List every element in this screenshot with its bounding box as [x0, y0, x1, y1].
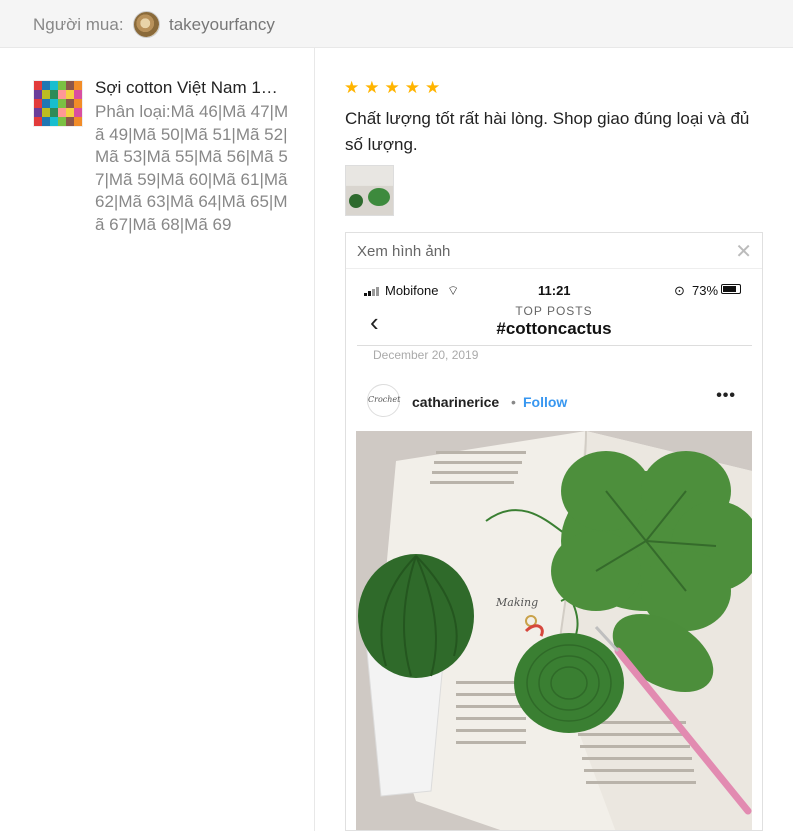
yarn-swatch [34, 90, 42, 99]
yarn-swatch [42, 90, 50, 99]
signal-icon [364, 286, 380, 296]
product-thumbnail[interactable] [33, 80, 83, 127]
yarn-swatch [34, 108, 42, 117]
post-date: December 20, 2019 [373, 348, 479, 362]
yarn-swatch [66, 90, 74, 99]
hashtag-title: #cottoncactus [496, 319, 612, 338]
yarn-swatch [34, 81, 42, 90]
svg-text:Making: Making [495, 596, 538, 609]
image-viewer: Xem hình ảnh ✕ Mobifone ⌔ 11:21 ⊙ 73% ‹ … [345, 232, 763, 831]
crochet-cactus [358, 554, 474, 678]
yarn-swatch [58, 99, 66, 108]
separator-dot: • [511, 394, 516, 410]
yarn-swatch [50, 108, 58, 117]
yarn-swatch [74, 117, 82, 126]
post-photo[interactable]: Making [356, 431, 752, 830]
buyer-avatar[interactable] [133, 11, 160, 38]
yarn-swatch [74, 90, 82, 99]
yarn-swatch [50, 117, 58, 126]
wifi-icon: ⌔ [447, 283, 460, 298]
thumb-cactus-shape [349, 194, 363, 208]
crochet-circle [514, 633, 624, 733]
section-label: TOP POSTS [515, 304, 593, 318]
yarn-swatch [42, 81, 50, 90]
buyer-label: Người mua: [33, 15, 124, 34]
yarn-swatch [50, 99, 58, 108]
yarn-swatch [66, 108, 74, 117]
thumb-leaf-shape [368, 188, 390, 206]
column-divider [314, 48, 315, 831]
yarn-swatch [50, 81, 58, 90]
carrier-name: Mobifone [385, 283, 439, 298]
yarn-swatch [66, 81, 74, 90]
viewer-title: Xem hình ảnh [357, 243, 451, 260]
follow-button[interactable]: Follow [523, 394, 567, 410]
yarn-swatch [74, 81, 82, 90]
review-image-thumbnail[interactable] [345, 165, 394, 216]
yarn-swatch [34, 99, 42, 108]
buyer-name[interactable]: takeyourfancy [169, 15, 275, 35]
review-header: Người mua: takeyourfancy [0, 0, 793, 48]
yarn-swatch [42, 117, 50, 126]
battery-icon [721, 284, 741, 294]
profile-username[interactable]: catharinerice [412, 394, 499, 410]
yarn-swatch [74, 108, 82, 117]
orientation-lock-icon: ⊙ [674, 283, 685, 298]
yarn-swatch [58, 108, 66, 117]
crochet-cactus-photo: Making [356, 431, 752, 830]
yarn-swatch [50, 90, 58, 99]
yarn-swatch [58, 117, 66, 126]
more-options-icon[interactable]: ••• [716, 387, 736, 405]
ig-divider [357, 345, 752, 346]
product-variant: Phân loại:Mã 46|Mã 47|Mã 49|Mã 50|Mã 51|… [95, 102, 289, 234]
close-icon[interactable]: ✕ [735, 239, 752, 264]
viewer-divider [346, 268, 762, 269]
review-text: Chất lượng tốt rất hài lòng. Shop giao đ… [345, 109, 750, 154]
yarn-swatch [42, 108, 50, 117]
yarn-swatch [66, 99, 74, 108]
rating-stars: ★★★★★ [344, 78, 446, 97]
status-time: 11:21 [538, 283, 571, 298]
yarn-swatch [34, 117, 42, 126]
product-name[interactable]: Sợi cotton Việt Nam 1… [95, 78, 290, 98]
yarn-swatch [58, 81, 66, 90]
yarn-swatch [58, 90, 66, 99]
yarn-swatch [66, 117, 74, 126]
battery-level: 73% [692, 283, 719, 298]
yarn-swatch [42, 99, 50, 108]
yarn-swatch [74, 99, 82, 108]
profile-avatar[interactable]: Crochet [367, 384, 400, 417]
